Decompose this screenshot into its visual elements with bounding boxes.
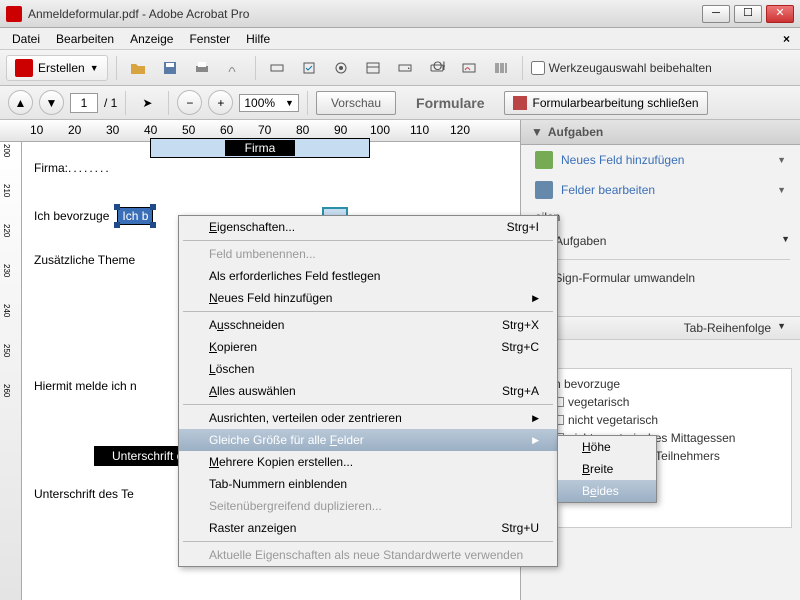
page-up-button[interactable]: ▲: [8, 90, 33, 115]
ctx-ausrichten[interactable]: Ausrichten, verteilen oder zentrieren▶: [179, 407, 557, 429]
ctx-kopieren[interactable]: KopierenStrg+C: [179, 336, 557, 358]
ctx-ausschneiden[interactable]: AusschneidenStrg+X: [179, 314, 557, 336]
zusatz-label: Zusätzliche Theme: [34, 253, 135, 267]
sign-icon[interactable]: [221, 55, 247, 81]
vertical-ruler: 200210220230240250260: [0, 142, 22, 600]
felder-bearbeiten-link[interactable]: Felder bearbeiten▼: [521, 175, 800, 205]
barcode-icon[interactable]: [488, 55, 514, 81]
ctx-loeschen[interactable]: Löschen: [179, 358, 557, 380]
ctx-eigenschaften[interactable]: Eigenschaften...Strg+I: [179, 216, 557, 238]
page-down-button[interactable]: ▼: [39, 90, 64, 115]
ctx-umbenennen: Feld umbenennen...: [179, 243, 557, 265]
hiermit-label: Hiermit melde ich n: [34, 379, 137, 393]
pointer-icon[interactable]: ➤: [134, 90, 160, 116]
ctx-tabnummern[interactable]: Tab-Nummern einblenden: [179, 473, 557, 495]
ctx-raster[interactable]: Raster anzeigenStrg+U: [179, 517, 557, 539]
bevorzuge-label: Ich bevorzuge: [34, 209, 109, 223]
list-icon[interactable]: [360, 55, 386, 81]
formulare-title: Formulare: [416, 95, 484, 111]
erstellen-label: Erstellen: [38, 61, 85, 75]
save-icon[interactable]: [157, 55, 183, 81]
menu-anzeige[interactable]: Anzeige: [122, 30, 181, 48]
open-icon[interactable]: [125, 55, 151, 81]
close-button[interactable]: ✕: [766, 5, 794, 23]
ctx-seiten: Seitenübergreifend duplizieren...: [179, 495, 557, 517]
tree-nveg[interactable]: nicht vegetarisch: [540, 411, 781, 429]
formular-close-button[interactable]: Formularbearbeitung schließen: [504, 91, 707, 115]
tab-reihenfolge-button[interactable]: Tab-Reihenfolge ▼: [521, 316, 800, 340]
sub-beides[interactable]: Beides: [558, 480, 656, 502]
zoom-out-button[interactable]: −: [177, 90, 202, 115]
button-field-icon[interactable]: OK: [424, 55, 450, 81]
form-close-icon: [513, 96, 527, 110]
vorschau-button[interactable]: Vorschau: [316, 91, 396, 115]
unterschrift-label: Unterschrift des Te: [34, 487, 134, 501]
sub-breite[interactable]: Breite: [558, 458, 656, 480]
echosign-link[interactable]: choSign-Formular umwandeln: [521, 266, 800, 290]
create-pdf-icon: [15, 59, 33, 77]
side-panel: ▼ Aufgaben Neues Feld hinzufügen▼ Felder…: [520, 120, 800, 600]
firma-label: Firma:: [34, 161, 68, 175]
menu-datei[interactable]: Datei: [4, 30, 48, 48]
size-submenu: Höhe Breite Beides: [557, 435, 657, 503]
ctx-aktuelle: Aktuelle Eigenschaften als neue Standard…: [179, 544, 557, 566]
neues-feld-link[interactable]: Neues Feld hinzufügen▼: [521, 145, 800, 175]
page-total: / 1: [104, 96, 117, 110]
signature-field-icon[interactable]: [456, 55, 482, 81]
firma-field[interactable]: Firma: [150, 138, 370, 158]
erstellen-button[interactable]: Erstellen ▼: [6, 55, 108, 81]
checkbox-icon[interactable]: [296, 55, 322, 81]
doc-close-icon[interactable]: ×: [777, 30, 796, 48]
context-menu: Eigenschaften...Strg+I Feld umbenennen..…: [178, 215, 558, 567]
print-icon[interactable]: [189, 55, 215, 81]
text-field-icon[interactable]: [264, 55, 290, 81]
tree-bevorzuge[interactable]: n bevorzuge: [540, 375, 781, 393]
ctx-neues-feld[interactable]: Neues Feld hinzufügen▶: [179, 287, 557, 309]
menu-hilfe[interactable]: Hilfe: [238, 30, 278, 48]
ctx-erforderlich[interactable]: Als erforderliches Feld festlegen: [179, 265, 557, 287]
pdf-icon: [6, 6, 22, 22]
cut-text-2[interactable]: ere Aufgaben▼: [521, 229, 800, 253]
minimize-button[interactable]: ─: [702, 5, 730, 23]
radio-icon[interactable]: [328, 55, 354, 81]
svg-text:OK: OK: [433, 60, 445, 73]
edit-field-icon: [535, 181, 553, 199]
dropdown-icon[interactable]: [392, 55, 418, 81]
maximize-button[interactable]: ☐: [734, 5, 762, 23]
selected-field[interactable]: Ich b: [117, 207, 153, 225]
cut-text-1: eilen: [521, 205, 800, 229]
ctx-gleiche-groesse[interactable]: Gleiche Größe für alle Felder▶: [179, 429, 557, 451]
zoom-in-button[interactable]: +: [208, 90, 233, 115]
aufgaben-header[interactable]: ▼ Aufgaben: [521, 120, 800, 145]
page-input[interactable]: [70, 93, 98, 113]
ctx-mehrere[interactable]: Mehrere Kopien erstellen...: [179, 451, 557, 473]
werkzeugauswahl-checkbox[interactable]: Werkzeugauswahl beibehalten: [531, 61, 712, 75]
menu-fenster[interactable]: Fenster: [181, 30, 238, 48]
menu-bearbeiten[interactable]: Bearbeiten: [48, 30, 122, 48]
ctx-alles[interactable]: Alles auswählenStrg+A: [179, 380, 557, 402]
zoom-select[interactable]: 100% ▼: [239, 94, 299, 112]
sub-hoehe[interactable]: Höhe: [558, 436, 656, 458]
tree-veg[interactable]: vegetarisch: [540, 393, 781, 411]
add-field-icon: [535, 151, 553, 169]
z-label: Z: [521, 340, 800, 362]
window-title: Anmeldeformular.pdf - Adobe Acrobat Pro: [28, 7, 702, 21]
